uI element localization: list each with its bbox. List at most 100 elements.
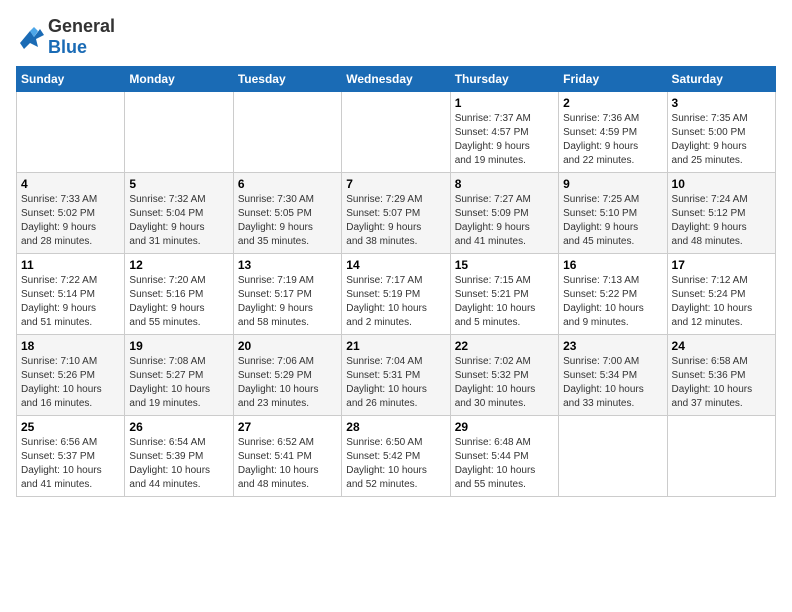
calendar-cell: 17 Sunrise: 7:12 AM Sunset: 5:24 PM Dayli… <box>667 254 775 335</box>
page-header: General Blue <box>16 16 776 58</box>
calendar-cell <box>559 416 667 497</box>
day-number: 7 <box>346 177 445 191</box>
day-info: Sunrise: 7:02 AM Sunset: 5:32 PM Dayligh… <box>455 355 554 411</box>
day-info: Sunrise: 7:29 AM Sunset: 5:07 PM Dayligh… <box>346 193 445 249</box>
day-info: Sunrise: 7:06 AM Sunset: 5:29 PM Dayligh… <box>238 355 337 411</box>
calendar-cell: 23Sunrise: 7:00 AM Sunset: 5:34 PM Dayli… <box>559 335 667 416</box>
calendar-cell: 20 Sunrise: 7:06 AM Sunset: 5:29 PM Dayli… <box>233 335 341 416</box>
day-info: Sunrise: 7:20 AM Sunset: 5:16 PM Dayligh… <box>129 274 228 330</box>
calendar-cell: 1 Sunrise: 7:37 AM Sunset: 4:57 PM Daylig… <box>450 92 558 173</box>
weekday-header-cell: Tuesday <box>233 67 341 92</box>
calendar-week-row: 11 Sunrise: 7:22 AM Sunset: 5:14 PM Dayli… <box>17 254 776 335</box>
day-number: 9 <box>563 177 662 191</box>
calendar-week-row: 25Sunrise: 6:56 AM Sunset: 5:37 PM Dayli… <box>17 416 776 497</box>
weekday-header-cell: Friday <box>559 67 667 92</box>
calendar-cell <box>125 92 233 173</box>
calendar-cell: 26 Sunrise: 6:54 AM Sunset: 5:39 PM Dayli… <box>125 416 233 497</box>
calendar-table: SundayMondayTuesdayWednesdayThursdayFrid… <box>16 66 776 497</box>
day-number: 16 <box>563 258 662 272</box>
day-info: Sunrise: 6:54 AM Sunset: 5:39 PM Dayligh… <box>129 436 228 492</box>
day-info: Sunrise: 7:35 AM Sunset: 5:00 PM Dayligh… <box>672 112 771 168</box>
logo-text: General Blue <box>48 16 115 58</box>
day-number: 12 <box>129 258 228 272</box>
day-number: 27 <box>238 420 337 434</box>
day-number: 28 <box>346 420 445 434</box>
day-number: 14 <box>346 258 445 272</box>
day-number: 20 <box>238 339 337 353</box>
calendar-cell: 27 Sunrise: 6:52 AM Sunset: 5:41 PM Dayli… <box>233 416 341 497</box>
logo-icon <box>16 23 44 51</box>
calendar-cell: 3Sunrise: 7:35 AM Sunset: 5:00 PM Daylig… <box>667 92 775 173</box>
day-info: Sunrise: 7:17 AM Sunset: 5:19 PM Dayligh… <box>346 274 445 330</box>
day-number: 1 <box>455 96 554 110</box>
calendar-cell: 6 Sunrise: 7:30 AM Sunset: 5:05 PM Daylig… <box>233 173 341 254</box>
day-info: Sunrise: 7:08 AM Sunset: 5:27 PM Dayligh… <box>129 355 228 411</box>
calendar-cell <box>233 92 341 173</box>
day-number: 17 <box>672 258 771 272</box>
calendar-cell: 16 Sunrise: 7:13 AM Sunset: 5:22 PM Dayli… <box>559 254 667 335</box>
day-number: 21 <box>346 339 445 353</box>
calendar-cell: 29 Sunrise: 6:48 AM Sunset: 5:44 PM Dayli… <box>450 416 558 497</box>
day-number: 19 <box>129 339 228 353</box>
day-info: Sunrise: 7:19 AM Sunset: 5:17 PM Dayligh… <box>238 274 337 330</box>
day-info: Sunrise: 6:48 AM Sunset: 5:44 PM Dayligh… <box>455 436 554 492</box>
day-number: 26 <box>129 420 228 434</box>
day-number: 5 <box>129 177 228 191</box>
day-number: 15 <box>455 258 554 272</box>
weekday-header-row: SundayMondayTuesdayWednesdayThursdayFrid… <box>17 67 776 92</box>
calendar-cell <box>17 92 125 173</box>
calendar-cell: 2Sunrise: 7:36 AM Sunset: 4:59 PM Daylig… <box>559 92 667 173</box>
calendar-cell <box>667 416 775 497</box>
calendar-cell: 4 Sunrise: 7:33 AM Sunset: 5:02 PM Daylig… <box>17 173 125 254</box>
calendar-cell: 7 Sunrise: 7:29 AM Sunset: 5:07 PM Daylig… <box>342 173 450 254</box>
weekday-header-cell: Sunday <box>17 67 125 92</box>
day-info: Sunrise: 6:52 AM Sunset: 5:41 PM Dayligh… <box>238 436 337 492</box>
day-number: 4 <box>21 177 120 191</box>
calendar-cell: 25Sunrise: 6:56 AM Sunset: 5:37 PM Dayli… <box>17 416 125 497</box>
day-info: Sunrise: 7:25 AM Sunset: 5:10 PM Dayligh… <box>563 193 662 249</box>
weekday-header-cell: Thursday <box>450 67 558 92</box>
calendar-cell: 9 Sunrise: 7:25 AM Sunset: 5:10 PM Daylig… <box>559 173 667 254</box>
calendar-cell <box>342 92 450 173</box>
day-number: 18 <box>21 339 120 353</box>
weekday-header-cell: Monday <box>125 67 233 92</box>
day-info: Sunrise: 6:50 AM Sunset: 5:42 PM Dayligh… <box>346 436 445 492</box>
day-info: Sunrise: 7:13 AM Sunset: 5:22 PM Dayligh… <box>563 274 662 330</box>
calendar-cell: 24Sunrise: 6:58 AM Sunset: 5:36 PM Dayli… <box>667 335 775 416</box>
day-info: Sunrise: 7:37 AM Sunset: 4:57 PM Dayligh… <box>455 112 554 168</box>
day-info: Sunrise: 7:15 AM Sunset: 5:21 PM Dayligh… <box>455 274 554 330</box>
day-info: Sunrise: 7:33 AM Sunset: 5:02 PM Dayligh… <box>21 193 120 249</box>
calendar-cell: 13 Sunrise: 7:19 AM Sunset: 5:17 PM Dayli… <box>233 254 341 335</box>
calendar-cell: 15 Sunrise: 7:15 AM Sunset: 5:21 PM Dayli… <box>450 254 558 335</box>
calendar-cell: 5 Sunrise: 7:32 AM Sunset: 5:04 PM Daylig… <box>125 173 233 254</box>
calendar-cell: 28 Sunrise: 6:50 AM Sunset: 5:42 PM Dayli… <box>342 416 450 497</box>
calendar-cell: 11 Sunrise: 7:22 AM Sunset: 5:14 PM Dayli… <box>17 254 125 335</box>
weekday-header-cell: Wednesday <box>342 67 450 92</box>
day-info: Sunrise: 7:00 AM Sunset: 5:34 PM Dayligh… <box>563 355 662 411</box>
calendar-cell: 8Sunrise: 7:27 AM Sunset: 5:09 PM Daylig… <box>450 173 558 254</box>
day-info: Sunrise: 7:32 AM Sunset: 5:04 PM Dayligh… <box>129 193 228 249</box>
day-number: 22 <box>455 339 554 353</box>
day-info: Sunrise: 7:10 AM Sunset: 5:26 PM Dayligh… <box>21 355 120 411</box>
calendar-week-row: 1 Sunrise: 7:37 AM Sunset: 4:57 PM Daylig… <box>17 92 776 173</box>
day-number: 29 <box>455 420 554 434</box>
day-info: Sunrise: 7:30 AM Sunset: 5:05 PM Dayligh… <box>238 193 337 249</box>
day-info: Sunrise: 7:12 AM Sunset: 5:24 PM Dayligh… <box>672 274 771 330</box>
calendar-week-row: 4 Sunrise: 7:33 AM Sunset: 5:02 PM Daylig… <box>17 173 776 254</box>
day-info: Sunrise: 7:27 AM Sunset: 5:09 PM Dayligh… <box>455 193 554 249</box>
day-number: 11 <box>21 258 120 272</box>
calendar-cell: 12 Sunrise: 7:20 AM Sunset: 5:16 PM Dayli… <box>125 254 233 335</box>
calendar-cell: 21 Sunrise: 7:04 AM Sunset: 5:31 PM Dayli… <box>342 335 450 416</box>
calendar-cell: 19 Sunrise: 7:08 AM Sunset: 5:27 PM Dayli… <box>125 335 233 416</box>
day-info: Sunrise: 7:24 AM Sunset: 5:12 PM Dayligh… <box>672 193 771 249</box>
day-number: 25 <box>21 420 120 434</box>
day-number: 13 <box>238 258 337 272</box>
day-number: 6 <box>238 177 337 191</box>
calendar-cell: 14 Sunrise: 7:17 AM Sunset: 5:19 PM Dayli… <box>342 254 450 335</box>
day-info: Sunrise: 6:58 AM Sunset: 5:36 PM Dayligh… <box>672 355 771 411</box>
logo: General Blue <box>16 16 115 58</box>
day-info: Sunrise: 7:22 AM Sunset: 5:14 PM Dayligh… <box>21 274 120 330</box>
day-info: Sunrise: 7:04 AM Sunset: 5:31 PM Dayligh… <box>346 355 445 411</box>
day-number: 10 <box>672 177 771 191</box>
day-number: 2 <box>563 96 662 110</box>
